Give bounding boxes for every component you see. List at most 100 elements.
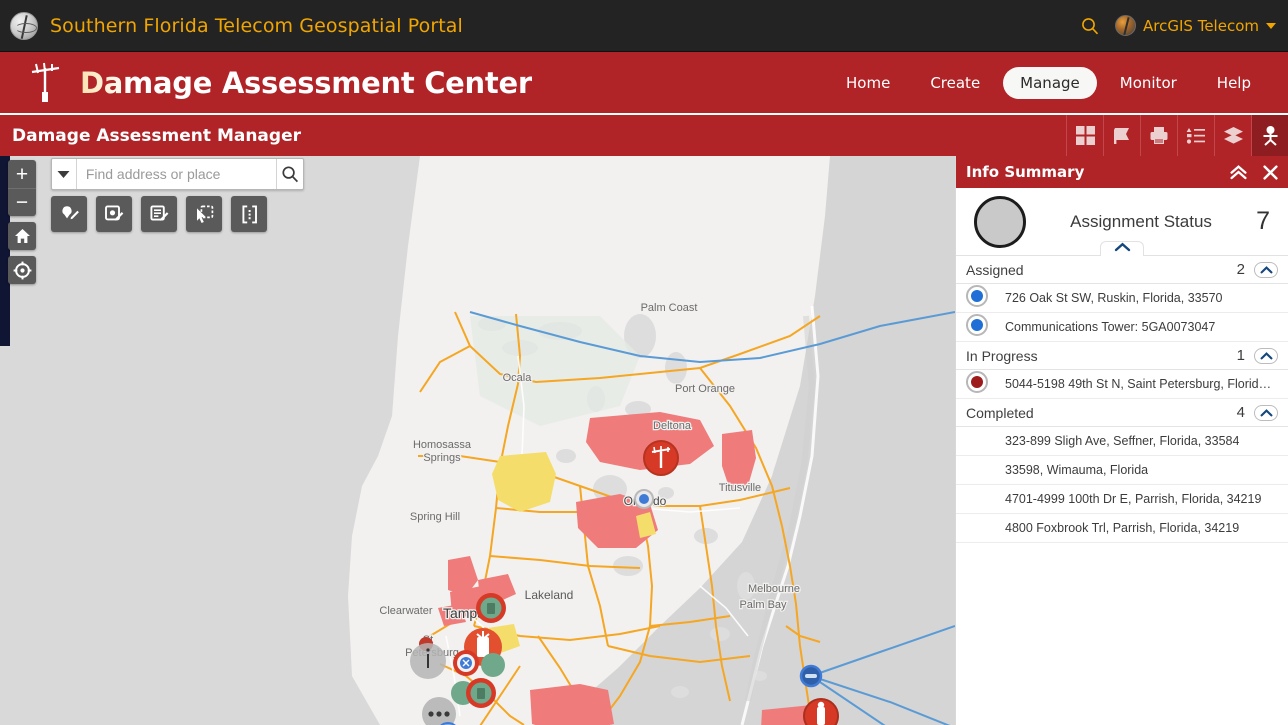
near-me-icon[interactable] — [1251, 115, 1288, 156]
map-search-bar[interactable] — [51, 158, 304, 190]
cell-tower-icon — [26, 60, 66, 106]
map-cluster-sarasota — [422, 697, 456, 725]
assignment-list-item[interactable]: 5044-5198 49th St N, Saint Petersburg, F… — [956, 370, 1288, 399]
map-marker-orlando-cluster — [634, 489, 654, 509]
assignment-group-header[interactable]: Assigned 2 — [956, 256, 1288, 284]
account-menu[interactable]: ArcGIS Telecom — [1115, 15, 1276, 36]
map-marker-tower-deltona — [643, 440, 679, 476]
assignment-list-item[interactable]: 33598, Wimauma, Florida — [956, 456, 1288, 485]
assignment-list-item[interactable]: 4701-4999 100th Dr E, Parrish, Florida, … — [956, 485, 1288, 514]
edit-form-icon[interactable] — [141, 196, 177, 232]
map-markers[interactable] — [0, 156, 955, 725]
assignment-list-item[interactable]: 726 Oak St SW, Ruskin, Florida, 33570 — [956, 284, 1288, 313]
assignment-list-item[interactable]: Communications Tower: 5GA0073047 — [956, 313, 1288, 342]
assignment-group-list[interactable]: Assigned 2 726 Oak St SW, Ruskin, Florida,… — [956, 256, 1288, 725]
chevron-up-icon[interactable] — [1100, 241, 1144, 256]
portal-top-bar-actions: ArcGIS Telecom — [1079, 15, 1288, 37]
assignment-status-marker-icon — [966, 428, 992, 454]
zoom-out-button[interactable]: − — [8, 188, 36, 216]
chevron-down-icon — [1266, 22, 1276, 29]
assignment-status-marker-icon — [966, 371, 992, 397]
map-canvas[interactable]: Palm Coast Ocala Port Orange Deltona Homosas… — [0, 156, 955, 725]
map-cluster-tampa — [410, 643, 446, 679]
assignment-status-count: 7 — [1256, 207, 1270, 235]
assignment-group-count: 1 — [1236, 347, 1245, 364]
account-name: ArcGIS Telecom — [1143, 16, 1259, 35]
chevron-up-icon[interactable] — [1254, 404, 1278, 421]
nav-monitor[interactable]: Monitor — [1103, 67, 1194, 99]
nav-create[interactable]: Create — [913, 67, 997, 99]
globe-logo-icon — [10, 11, 38, 40]
select-draw-icon[interactable] — [186, 196, 222, 232]
sub-header-title: Damage Assessment Manager — [12, 125, 301, 146]
portal-title: Southern Florida Telecom Geospatial Port… — [50, 14, 463, 37]
chevron-up-icon[interactable] — [1254, 347, 1278, 364]
account-avatar-icon — [1115, 15, 1137, 36]
map-tool-row — [51, 196, 267, 232]
sub-header-toolbar — [1066, 115, 1288, 156]
info-summary-header: Info Summary — [956, 156, 1288, 188]
info-summary-panel: Info Summary Assignment Status 7 Assigne… — [955, 156, 1288, 725]
print-icon[interactable] — [1140, 115, 1177, 156]
assignment-group-count: 4 — [1236, 404, 1245, 421]
assignment-status-card[interactable]: Assignment Status 7 — [956, 188, 1288, 256]
search-input[interactable] — [76, 166, 276, 182]
assignment-list-item-label: Communications Tower: 5GA0073047 — [1005, 320, 1216, 334]
layers-icon[interactable] — [1214, 115, 1251, 156]
map-marker-tower-pslucie — [803, 698, 839, 725]
legend-icon[interactable] — [1177, 115, 1214, 156]
assignment-status-marker-icon — [966, 486, 992, 512]
assignment-group-header[interactable]: In Progress 1 — [956, 342, 1288, 370]
zoom-in-button[interactable]: + — [8, 160, 36, 188]
assignment-group-header[interactable]: Completed 4 — [956, 399, 1288, 427]
bookmark-icon[interactable] — [1103, 115, 1140, 156]
assignment-list-item-label: 4800 Foxbrook Trl, Parrish, Florida, 342… — [1005, 521, 1240, 535]
assignment-status-label: Assignment Status — [1070, 211, 1212, 231]
map-zoom-controls[interactable]: + − — [8, 160, 36, 216]
grey-circle-marker-icon — [974, 195, 1026, 248]
map-marker-inprogress-stpete — [453, 650, 479, 676]
chevron-double-up-icon[interactable] — [1230, 164, 1247, 180]
search-source-dropdown-icon[interactable] — [52, 159, 77, 189]
info-summary-header-actions — [1230, 164, 1278, 180]
app-header: Damage Assessment Center Home Create Man… — [0, 52, 1288, 115]
assignment-status-marker-icon — [966, 457, 992, 483]
search-icon[interactable] — [1079, 15, 1101, 37]
assignment-list-item-label: 323-899 Sligh Ave, Seffner, Florida, 335… — [1005, 434, 1240, 448]
assignment-status-marker-icon — [966, 285, 992, 311]
map-node-port-st-lucie — [799, 664, 823, 688]
assignment-list-item-label: 33598, Wimauma, Florida — [1005, 463, 1149, 477]
close-icon[interactable] — [1263, 164, 1278, 180]
assignment-status-marker-icon — [966, 515, 992, 541]
locate-icon[interactable] — [8, 256, 36, 284]
map-marker-completed-lakeland — [476, 593, 506, 623]
map-marker-completed-ring — [466, 678, 496, 708]
portal-brand[interactable]: Southern Florida Telecom Geospatial Port… — [0, 11, 463, 40]
search-submit-icon[interactable] — [275, 159, 303, 189]
app-nav: Home Create Manage Monitor Help — [829, 66, 1288, 99]
page-title: Damage Assessment Center — [80, 65, 532, 100]
assignment-group-name: Assigned — [966, 261, 1024, 278]
nav-help[interactable]: Help — [1200, 67, 1268, 99]
map-marker-completed-1 — [481, 653, 505, 677]
info-summary-title: Info Summary — [966, 163, 1085, 181]
extent-icon[interactable] — [231, 196, 267, 232]
portal-top-bar: Southern Florida Telecom Geospatial Port… — [0, 0, 1288, 52]
edit-point-icon[interactable] — [51, 196, 87, 232]
assignment-group-count: 2 — [1236, 261, 1245, 278]
assignment-list-item-label: 4701-4999 100th Dr E, Parrish, Florida, … — [1005, 492, 1262, 506]
assignment-group-name: In Progress — [966, 347, 1038, 364]
nav-manage[interactable]: Manage — [1003, 66, 1097, 99]
assignment-group-name: Completed — [966, 404, 1034, 421]
edit-settings-icon[interactable] — [96, 196, 132, 232]
sub-header: Damage Assessment Manager — [0, 115, 1288, 156]
assignment-list-item[interactable]: 323-899 Sligh Ave, Seffner, Florida, 335… — [956, 427, 1288, 456]
assignment-list-item-label: 5044-5198 49th St N, Saint Petersburg, F… — [1005, 377, 1278, 391]
assignment-status-marker-icon — [966, 314, 992, 340]
home-icon[interactable] — [8, 222, 36, 250]
chevron-up-icon[interactable] — [1254, 261, 1278, 278]
nav-home[interactable]: Home — [829, 67, 907, 99]
assignment-list-item[interactable]: 4800 Foxbrook Trl, Parrish, Florida, 342… — [956, 514, 1288, 543]
assignment-list-item-label: 726 Oak St SW, Ruskin, Florida, 33570 — [1005, 291, 1223, 305]
apps-grid-icon[interactable] — [1066, 115, 1103, 156]
